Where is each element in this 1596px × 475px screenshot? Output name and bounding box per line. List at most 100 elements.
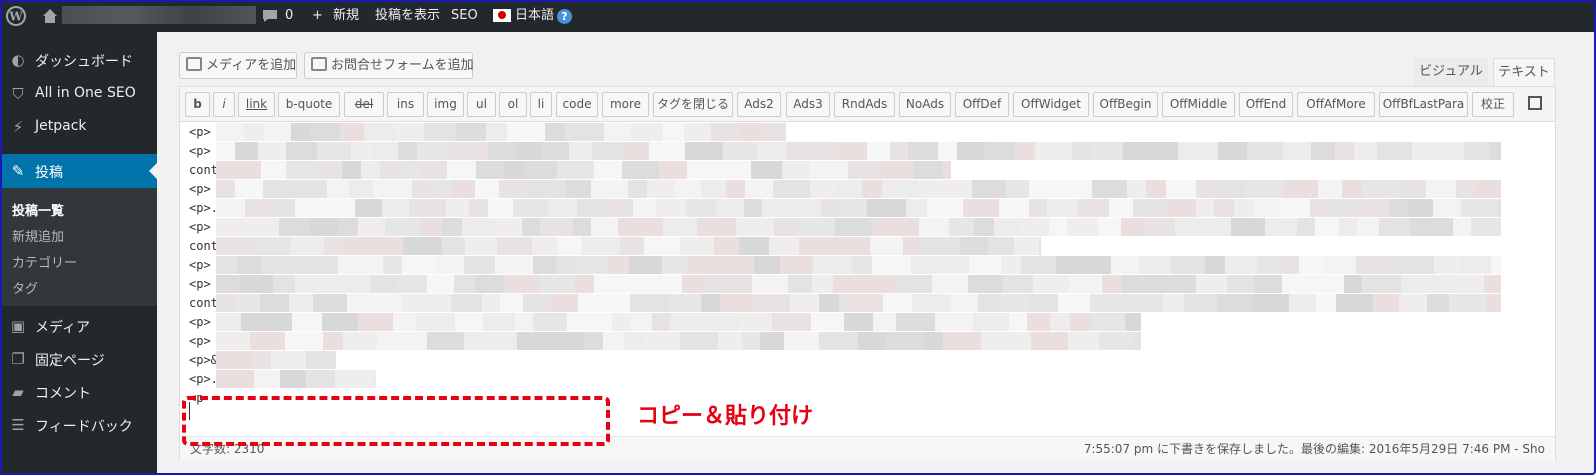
qt-img-button[interactable]: img xyxy=(427,92,464,117)
qt-more-button[interactable]: more xyxy=(602,92,649,117)
content-textarea[interactable]: <p> <p> cont <p> <p>. <p> cont <p> <p> cont <p> <p>… xyxy=(180,122,1555,435)
qt-offend-button[interactable]: OffEnd xyxy=(1239,92,1293,117)
redacted-content xyxy=(216,256,1501,274)
redacted-content xyxy=(216,275,1501,293)
sidebar-item-feedback[interactable]: ☰ フィードバック xyxy=(0,408,157,442)
seo-menu-link[interactable]: SEO xyxy=(451,0,478,32)
sidebar-item-comments[interactable]: ▰ コメント xyxy=(0,375,157,409)
tab-visual[interactable]: ビジュアル xyxy=(1414,58,1488,86)
submenu-categories[interactable]: カテゴリー xyxy=(12,252,77,271)
media-icon xyxy=(186,57,202,71)
language-switcher[interactable]: 日本語 xyxy=(515,0,554,32)
redacted-content xyxy=(216,294,1501,312)
tab-text[interactable]: テキスト xyxy=(1493,58,1555,87)
form-icon xyxy=(311,57,327,71)
paste-highlight-box xyxy=(182,396,610,446)
code-line: <p> xyxy=(189,144,211,158)
code-line: cont xyxy=(189,163,218,177)
qt-proofread-button[interactable]: 校正 xyxy=(1472,92,1514,117)
code-line: <p> xyxy=(189,182,211,196)
code-line: cont xyxy=(189,296,218,310)
wordpress-logo-icon[interactable]: W xyxy=(6,0,28,32)
add-media-label: メディアを追加 xyxy=(206,58,297,73)
fullscreen-icon[interactable] xyxy=(1528,96,1542,110)
qt-italic-button[interactable]: i xyxy=(213,92,235,117)
posts-submenu: 投稿一覧 新規追加 カテゴリー タグ xyxy=(0,188,157,306)
code-line: <p> xyxy=(189,125,211,139)
code-line: <p> xyxy=(189,334,211,348)
sidebar-item-media[interactable]: ▣ メディア xyxy=(0,309,157,343)
shield-icon: ⛉ xyxy=(12,85,24,103)
home-icon[interactable] xyxy=(42,0,62,32)
redacted-content xyxy=(216,218,1501,236)
sidebar-item-jetpack[interactable]: ⚡ Jetpack xyxy=(0,110,157,144)
sidebar-item-posts[interactable]: ✎ 投稿 xyxy=(0,154,157,188)
redacted-content xyxy=(216,237,1041,255)
redacted-content xyxy=(216,161,951,179)
japan-flag-icon[interactable] xyxy=(493,9,511,22)
qt-offwidget-button[interactable]: OffWidget xyxy=(1013,92,1089,117)
svg-text:W: W xyxy=(8,10,23,24)
qt-noads-button[interactable]: NoAds xyxy=(899,92,951,117)
qt-bquote-button[interactable]: b-quote xyxy=(278,92,340,117)
qt-offbegin-button[interactable]: OffBegin xyxy=(1093,92,1158,117)
quicktags-toolbar: b i link b-quote del ins img ul ol li co… xyxy=(180,87,1555,122)
feedback-icon: ☰ xyxy=(11,416,25,434)
qt-offafmore-button[interactable]: OffAfMore xyxy=(1297,92,1375,117)
sidebar-item-label: Jetpack xyxy=(35,118,87,134)
plus-icon[interactable]: + xyxy=(312,0,323,32)
help-icon[interactable]: ? xyxy=(557,9,572,24)
qt-li-button[interactable]: li xyxy=(530,92,552,117)
add-contact-form-button[interactable]: お問合せフォームを追加 xyxy=(304,52,474,79)
qt-offmiddle-button[interactable]: OffMiddle xyxy=(1162,92,1235,117)
annotation-label: コピー＆貼り付け xyxy=(637,404,814,429)
submenu-all-posts[interactable]: 投稿一覧 xyxy=(12,200,64,219)
qt-ads3-button[interactable]: Ads3 xyxy=(786,92,830,117)
new-content-link[interactable]: 新規 xyxy=(333,0,359,32)
comment-icon[interactable] xyxy=(262,0,278,32)
view-post-link[interactable]: 投稿を表示 xyxy=(375,0,440,32)
redacted-content xyxy=(216,313,1141,331)
code-line: <p> xyxy=(189,220,211,234)
sidebar-item-label: 固定ページ xyxy=(35,353,105,369)
submenu-add-new[interactable]: 新規追加 xyxy=(12,226,64,245)
media-icon: ▣ xyxy=(10,317,26,335)
redacted-content xyxy=(216,180,1501,198)
page-icon: ❐ xyxy=(11,350,25,368)
submenu-tags[interactable]: タグ xyxy=(12,278,38,297)
comment-icon: ▰ xyxy=(12,383,24,401)
sidebar-item-dashboard[interactable]: ◐ ダッシュボード xyxy=(0,43,157,77)
qt-rndads-button[interactable]: RndAds xyxy=(834,92,895,117)
qt-bold-button[interactable]: b xyxy=(185,92,210,117)
code-line: <p> xyxy=(189,258,211,272)
jetpack-icon: ⚡ xyxy=(12,118,24,136)
sidebar-item-label: メディア xyxy=(35,320,91,336)
redacted-content xyxy=(216,351,336,369)
qt-close-tags-button[interactable]: タグを閉じる xyxy=(653,92,733,117)
add-contact-form-label: お問合せフォームを追加 xyxy=(331,58,474,73)
sidebar-item-label: All in One SEO xyxy=(35,85,136,101)
qt-ads2-button[interactable]: Ads2 xyxy=(737,92,781,117)
comment-count[interactable]: 0 xyxy=(285,0,293,32)
qt-offdef-button[interactable]: OffDef xyxy=(955,92,1009,117)
site-name-redacted[interactable] xyxy=(62,6,256,24)
qt-link-button[interactable]: link xyxy=(238,92,275,117)
admin-bar: W 0 + 新規 投稿を表示 SEO 日本語 ? xyxy=(0,0,1596,32)
code-line: <p>. xyxy=(189,372,218,386)
code-line: <p> xyxy=(189,277,211,291)
qt-offbflastpara-button[interactable]: OffBfLastPara xyxy=(1379,92,1468,117)
redacted-content xyxy=(216,199,1501,217)
sidebar-item-all-in-one-seo[interactable]: ⛉ All in One SEO xyxy=(0,77,157,111)
add-media-button[interactable]: メディアを追加 xyxy=(179,52,297,79)
sidebar-item-pages[interactable]: ❐ 固定ページ xyxy=(0,342,157,376)
qt-ol-button[interactable]: ol xyxy=(499,92,527,117)
dashboard-icon: ◐ xyxy=(11,51,25,69)
qt-ul-button[interactable]: ul xyxy=(467,92,496,117)
qt-code-button[interactable]: code xyxy=(556,92,598,117)
pin-icon: ✎ xyxy=(11,162,25,180)
code-line: <p> xyxy=(189,315,211,329)
code-line: <p>& xyxy=(189,353,218,367)
qt-ins-button[interactable]: ins xyxy=(387,92,424,117)
sidebar-item-label: フィードバック xyxy=(35,419,133,435)
qt-del-button[interactable]: del xyxy=(344,92,384,117)
